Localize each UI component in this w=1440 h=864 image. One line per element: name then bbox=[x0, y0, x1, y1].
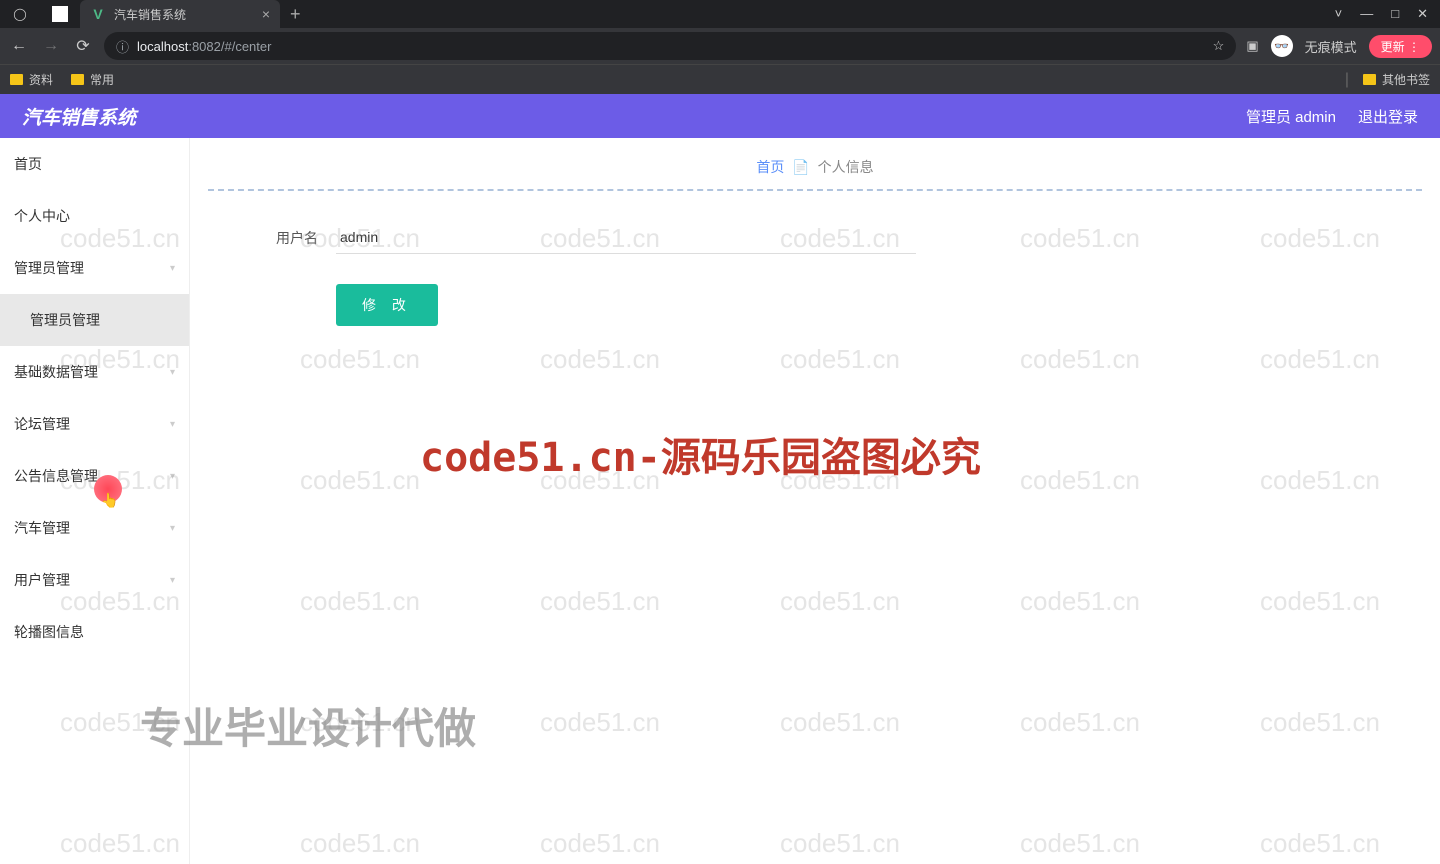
other-bookmarks[interactable]: 其他书签 bbox=[1363, 71, 1430, 88]
folder-icon bbox=[1363, 74, 1376, 85]
submit-button[interactable]: 修 改 bbox=[336, 284, 438, 326]
app-body: 首页个人中心管理员管理▾管理员管理基础数据管理▾论坛管理▾公告信息管理▾汽车管理… bbox=[0, 138, 1440, 864]
tab-inactive-2[interactable] bbox=[40, 0, 80, 28]
sidebar-item[interactable]: 论坛管理 ▾ bbox=[0, 398, 189, 450]
logout-link[interactable]: 退出登录 bbox=[1358, 106, 1418, 127]
username-input[interactable] bbox=[336, 221, 916, 254]
folder-icon bbox=[10, 74, 23, 85]
sidebar-item[interactable]: 公告信息管理 ▾ bbox=[0, 450, 189, 502]
app-title: 汽车销售系统 bbox=[22, 103, 136, 130]
sidebar-item[interactable]: 首页 bbox=[0, 138, 189, 190]
incognito-icon: 👓 bbox=[1271, 35, 1293, 57]
forward-icon[interactable]: → bbox=[40, 37, 62, 55]
sidebar-item[interactable]: 管理员管理 bbox=[0, 294, 189, 346]
update-button[interactable]: 更新 ⋮ bbox=[1369, 35, 1432, 58]
chevron-down-icon: ▾ bbox=[170, 367, 175, 378]
user-info[interactable]: 管理员 admin bbox=[1246, 106, 1336, 127]
form-row-username: 用户名 bbox=[258, 221, 1372, 254]
sidebar-item-label: 管理员管理 bbox=[30, 310, 100, 330]
extensions-icon[interactable]: ▣ bbox=[1246, 38, 1258, 54]
sidebar-item-label: 轮播图信息 bbox=[14, 622, 84, 642]
blank-icon bbox=[52, 6, 68, 22]
site-info-icon[interactable]: ⓘ bbox=[116, 37, 129, 56]
app-header: 汽车销售系统 管理员 admin 退出登录 bbox=[0, 94, 1440, 138]
breadcrumb-current: 个人信息 bbox=[818, 159, 874, 175]
chevron-down-icon: ▾ bbox=[170, 523, 175, 534]
close-window-icon[interactable]: ✕ bbox=[1417, 6, 1428, 22]
browser-nav-bar: ← → ⟳ ⓘ localhost:8082/#/center ☆ ▣ 👓 无痕… bbox=[0, 28, 1440, 64]
bookmark-item-1[interactable]: 资料 bbox=[10, 71, 53, 88]
breadcrumb: 首页 📄 个人信息 bbox=[208, 153, 1422, 191]
reload-icon[interactable]: ⟳ bbox=[72, 36, 94, 56]
chevron-down-icon: ▾ bbox=[170, 471, 175, 482]
sidebar-item[interactable]: 个人中心 bbox=[0, 190, 189, 242]
vue-icon: V bbox=[90, 6, 106, 22]
new-tab-button[interactable]: + bbox=[280, 4, 311, 25]
sidebar-item-label: 个人中心 bbox=[14, 206, 70, 226]
tabs: ◯ V 汽车销售系统 × + bbox=[0, 0, 311, 28]
chevron-down-icon: ▾ bbox=[170, 263, 175, 274]
minimize-icon[interactable]: — bbox=[1360, 6, 1373, 22]
maximize-icon[interactable]: □ bbox=[1391, 6, 1399, 22]
chevron-down-icon: ▾ bbox=[170, 575, 175, 586]
globe-icon: ◯ bbox=[12, 6, 28, 22]
back-icon[interactable]: ← bbox=[8, 37, 30, 55]
sidebar-item[interactable]: 轮播图信息 bbox=[0, 606, 189, 658]
bookmark-bar: 资料 常用 | 其他书签 bbox=[0, 64, 1440, 94]
sidebar-item-label: 论坛管理 bbox=[14, 414, 70, 434]
breadcrumb-home[interactable]: 首页 bbox=[756, 159, 784, 175]
doc-icon: 📄 bbox=[792, 159, 809, 175]
username-label: 用户名 bbox=[258, 228, 318, 248]
chevron-down-icon: ▾ bbox=[170, 419, 175, 430]
folder-icon bbox=[71, 74, 84, 85]
sidebar-item-label: 管理员管理 bbox=[14, 258, 84, 278]
browser-tab-strip: ◯ V 汽车销售系统 × + ˅ — □ ✕ bbox=[0, 0, 1440, 28]
incognito-label: 无痕模式 bbox=[1305, 37, 1357, 56]
bookmark-label: 常用 bbox=[90, 71, 114, 88]
sidebar-item-label: 首页 bbox=[14, 154, 42, 174]
sidebar-item-label: 基础数据管理 bbox=[14, 362, 98, 382]
tab-active[interactable]: V 汽车销售系统 × bbox=[80, 0, 280, 28]
window-controls: ˅ — □ ✕ bbox=[1335, 6, 1440, 22]
sidebar-item[interactable]: 用户管理 ▾ bbox=[0, 554, 189, 606]
star-icon[interactable]: ☆ bbox=[1213, 38, 1225, 54]
sidebar-item-label: 汽车管理 bbox=[14, 518, 70, 538]
close-tab-icon[interactable]: × bbox=[262, 6, 270, 22]
nav-right: ▣ 👓 无痕模式 更新 ⋮ bbox=[1246, 35, 1432, 58]
bookmark-item-2[interactable]: 常用 bbox=[71, 71, 114, 88]
bookmark-label: 其他书签 bbox=[1382, 71, 1430, 88]
address-bar[interactable]: ⓘ localhost:8082/#/center ☆ bbox=[104, 32, 1236, 60]
tab-dropdown-icon[interactable]: ˅ bbox=[1335, 6, 1343, 22]
form-area: 用户名 修 改 bbox=[208, 191, 1422, 356]
tab-inactive-1[interactable]: ◯ bbox=[0, 0, 40, 28]
sidebar: 首页个人中心管理员管理▾管理员管理基础数据管理▾论坛管理▾公告信息管理▾汽车管理… bbox=[0, 138, 190, 864]
sidebar-item-label: 用户管理 bbox=[14, 570, 70, 590]
sidebar-item[interactable]: 管理员管理 ▾ bbox=[0, 242, 189, 294]
url-text: localhost:8082/#/center bbox=[137, 39, 271, 54]
bookmark-separator: | bbox=[1345, 71, 1349, 89]
sidebar-item[interactable]: 基础数据管理 ▾ bbox=[0, 346, 189, 398]
tab-title: 汽车销售系统 bbox=[114, 6, 186, 23]
main-content: 首页 📄 个人信息 用户名 修 改 bbox=[190, 138, 1440, 864]
sidebar-item[interactable]: 汽车管理 ▾ bbox=[0, 502, 189, 554]
bookmark-label: 资料 bbox=[29, 71, 53, 88]
sidebar-item-label: 公告信息管理 bbox=[14, 466, 98, 486]
